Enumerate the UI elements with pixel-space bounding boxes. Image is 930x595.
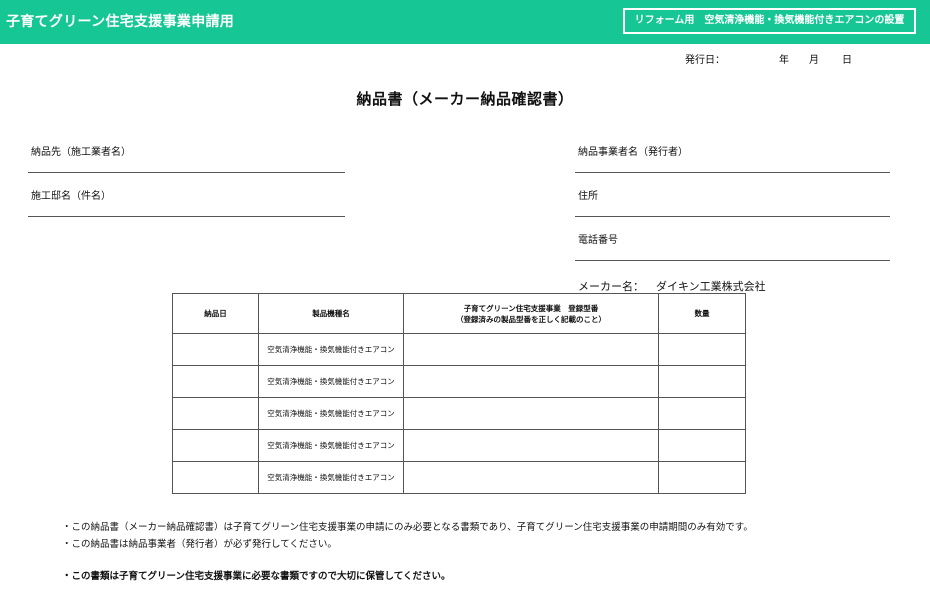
- construction-name-line: [28, 216, 345, 217]
- model-number-cell[interactable]: [403, 461, 659, 494]
- table-header-row: 納品日 製品機種名 子育てグリーン住宅支援事業 登録型番 （登録済みの製品型番を…: [172, 293, 746, 334]
- product-name-cell: 空気清浄機能・換気機能付きエアコン: [258, 333, 404, 366]
- model-number-cell[interactable]: [403, 365, 659, 398]
- supplier-name-label: 納品事業者名（発行者）: [578, 147, 688, 158]
- table-row: 空気清浄機能・換気機能付きエアコン: [172, 429, 746, 462]
- product-name-cell: 空気清浄機能・換気機能付きエアコン: [258, 429, 404, 462]
- issue-day-unit: 日: [842, 55, 852, 66]
- issue-date: 発行日： 年 月 日: [685, 51, 852, 66]
- quantity-cell[interactable]: [658, 461, 746, 494]
- delivery-to-label: 納品先（施工業者名）: [31, 147, 131, 158]
- important-note: ・この書類は子育てグリーン住宅支援事業に必要な書類ですので大切に保管してください…: [62, 571, 451, 582]
- model-number-cell[interactable]: [403, 429, 659, 462]
- header-product-name: 製品機種名: [258, 293, 404, 334]
- category-badge: リフォーム用 空気清浄機能・換気機能付きエアコンの設置: [623, 8, 916, 34]
- maker-info: メーカー名： ダイキン工業株式会社: [578, 278, 766, 294]
- document-title: 納品書（メーカー納品確認書）: [356, 90, 574, 108]
- table-row: 空気清浄機能・換気機能付きエアコン: [172, 397, 746, 430]
- quantity-cell[interactable]: [658, 333, 746, 366]
- quantity-cell[interactable]: [658, 365, 746, 398]
- header-bar: 子育てグリーン住宅支援事業申請用 リフォーム用 空気清浄機能・換気機能付きエアコ…: [0, 0, 930, 44]
- header-quantity: 数量: [658, 293, 746, 334]
- model-number-cell[interactable]: [403, 333, 659, 366]
- issue-date-label: 発行日：: [685, 55, 725, 66]
- supplier-name-line: [575, 172, 890, 173]
- delivery-to-line: [28, 172, 345, 173]
- notes: ・この納品書（メーカー納品確認書）は子育てグリーン住宅支援事業の申請にのみ必要と…: [62, 519, 753, 585]
- delivery-date-cell[interactable]: [172, 461, 259, 494]
- delivery-table: 納品日 製品機種名 子育てグリーン住宅支援事業 登録型番 （登録済みの製品型番を…: [172, 293, 746, 494]
- address-line: [575, 216, 890, 217]
- delivery-date-cell[interactable]: [172, 429, 259, 462]
- product-name-cell: 空気清浄機能・換気機能付きエアコン: [258, 365, 404, 398]
- header-delivery-date: 納品日: [172, 293, 259, 334]
- header-model-number-line2: （登録済みの製品型番を正しく記載のこと）: [456, 314, 606, 324]
- note-item: ・この納品書（メーカー納品確認書）は子育てグリーン住宅支援事業の申請にのみ必要と…: [62, 522, 753, 533]
- maker-value: ダイキン工業株式会社: [656, 280, 766, 293]
- product-name-cell: 空気清浄機能・換気機能付きエアコン: [258, 397, 404, 430]
- note-item: ・この納品書は納品事業者（発行者）が必ず発行してください。: [62, 539, 337, 550]
- issue-year-unit: 年: [779, 55, 789, 66]
- phone-line: [575, 260, 890, 261]
- address-label: 住所: [578, 191, 598, 202]
- table-row: 空気清浄機能・換気機能付きエアコン: [172, 461, 746, 494]
- delivery-date-cell[interactable]: [172, 365, 259, 398]
- quantity-cell[interactable]: [658, 429, 746, 462]
- table-row: 空気清浄機能・換気機能付きエアコン: [172, 333, 746, 366]
- quantity-cell[interactable]: [658, 397, 746, 430]
- issue-month-unit: 月: [809, 55, 819, 66]
- phone-label: 電話番号: [578, 235, 618, 246]
- delivery-date-cell[interactable]: [172, 397, 259, 430]
- header-model-number-line1: 子育てグリーン住宅支援事業 登録型番: [463, 303, 599, 313]
- header-model-number: 子育てグリーン住宅支援事業 登録型番 （登録済みの製品型番を正しく記載のこと）: [403, 293, 659, 334]
- delivery-date-cell[interactable]: [172, 333, 259, 366]
- construction-name-label: 施工邸名（件名）: [31, 191, 111, 202]
- product-name-cell: 空気清浄機能・換気機能付きエアコン: [258, 461, 404, 494]
- table-row: 空気清浄機能・換気機能付きエアコン: [172, 365, 746, 398]
- header-title: 子育てグリーン住宅支援事業申請用: [6, 14, 235, 30]
- model-number-cell[interactable]: [403, 397, 659, 430]
- maker-label: メーカー名：: [578, 280, 644, 293]
